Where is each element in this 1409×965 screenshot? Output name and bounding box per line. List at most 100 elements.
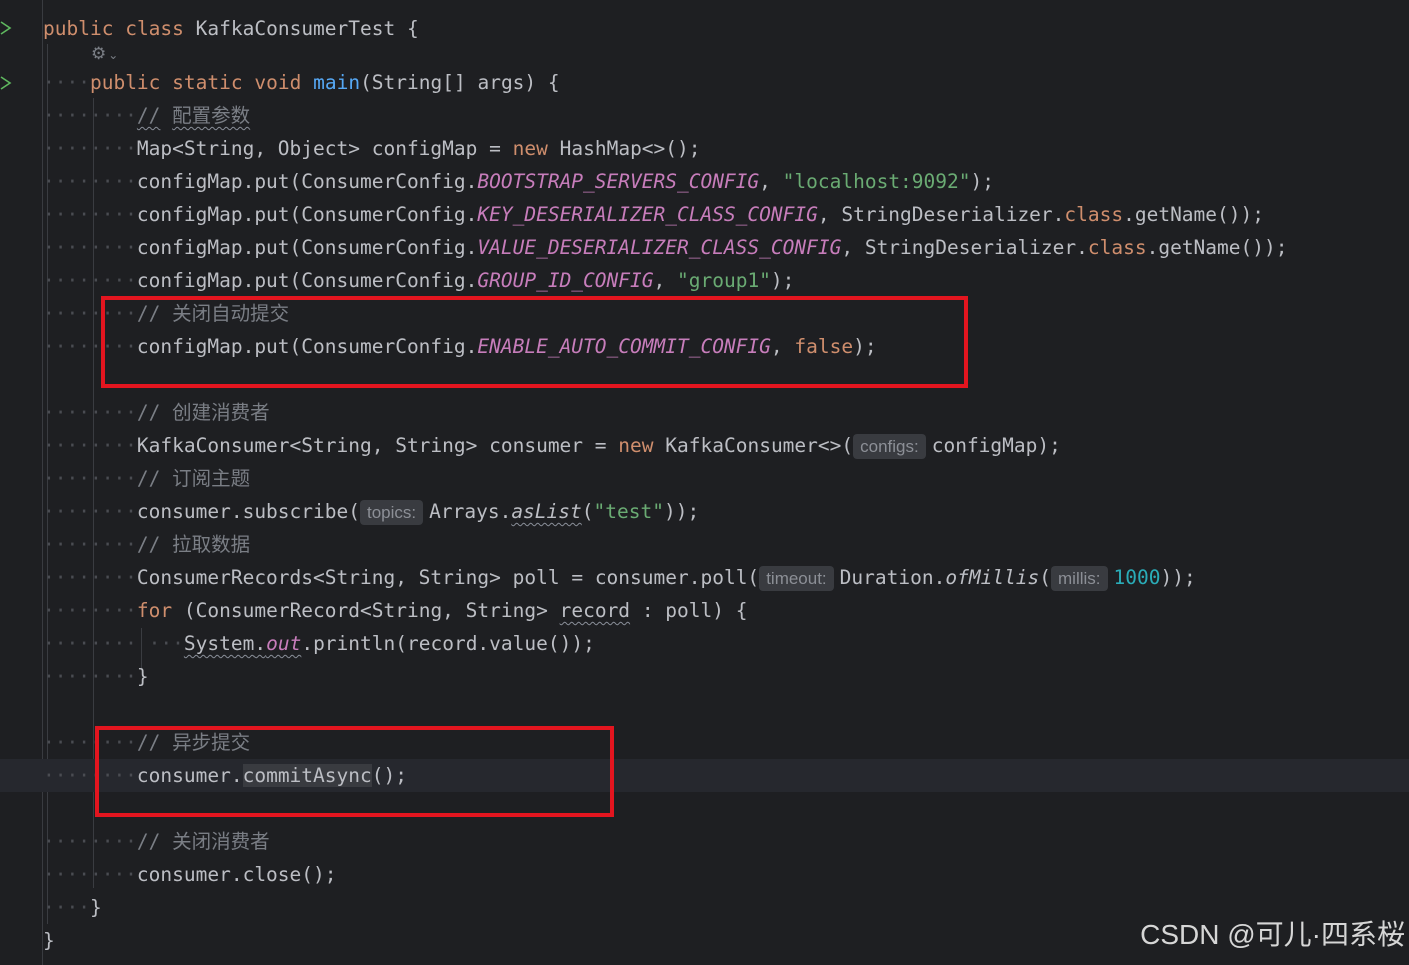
brace: } <box>136 665 149 688</box>
keyword: for <box>136 599 173 622</box>
run-class-icon[interactable] <box>0 20 14 35</box>
brace: { <box>547 71 560 94</box>
code-text: ); <box>970 170 994 193</box>
parameter-hint: millis: <box>1051 566 1108 591</box>
code-line[interactable]: ········ConsumerRecords<String, String> … <box>43 561 1409 594</box>
code-line[interactable]: ········configMap.put(ConsumerConfig.GRO… <box>43 264 1409 297</box>
code-text: configMap.put(ConsumerConfig. <box>136 170 478 193</box>
code-text: : poll) { <box>641 599 748 622</box>
comment-slash: // <box>136 401 161 424</box>
code-text: configMap); <box>931 434 1061 457</box>
code-text: Map<String, Object> configMap <box>136 137 478 160</box>
gear-icon[interactable]: ⚙ ⌄ <box>91 44 118 64</box>
code-text: , StringDeserializer. <box>841 236 1088 259</box>
method-call: ofMillis <box>945 566 1040 589</box>
code-line[interactable]: ········for (ConsumerRecord<String, Stri… <box>43 594 1409 627</box>
code-text: consumer.subscribe( <box>136 500 360 523</box>
code-text: HashMap<>(); <box>559 137 701 160</box>
comment: 关闭消费者 <box>172 830 270 853</box>
code-text: .getName()); <box>1146 236 1288 259</box>
code-text: (ConsumerRecord<String, String> <box>183 599 548 622</box>
params: (String[] args) <box>360 71 537 94</box>
code-text: )); <box>663 500 700 523</box>
highlight-box-commit-async <box>95 726 614 817</box>
watermark: CSDN @可儿·四系桜 <box>1140 919 1405 950</box>
parameter-hint: topics: <box>359 500 424 525</box>
string-literal: "localhost:9092" <box>782 170 971 193</box>
code-line[interactable]: ········// 订阅主题 <box>43 462 1409 495</box>
code-line[interactable]: ········ ···System.out.println(record.va… <box>43 627 1409 660</box>
code-text: ConsumerRecords<String, String> poll <box>136 566 560 589</box>
keyword: public <box>89 71 161 94</box>
chevron-down-icon: ⌄ <box>108 48 119 62</box>
code-text: KafkaConsumer<>( <box>665 434 854 457</box>
code-text: Arrays. <box>429 500 512 523</box>
constant: BOOTSTRAP_SERVERS_CONFIG <box>477 170 760 193</box>
code-text: )); <box>1160 566 1196 589</box>
code-line[interactable]: ········configMap.put(ConsumerConfig.KEY… <box>43 198 1409 231</box>
number-literal: 1000 <box>1113 566 1161 589</box>
code-editor[interactable]: public class KafkaConsumerTest { ⚙ ⌄ ····… <box>0 0 1409 965</box>
keyword: void <box>254 71 302 94</box>
brace: } <box>43 929 55 952</box>
class-name: System <box>183 632 255 655</box>
run-main-icon[interactable] <box>0 75 14 90</box>
code-line[interactable]: ········} <box>43 660 1409 693</box>
comment: 拉取数据 <box>172 533 251 556</box>
code-text: .println(record.value()); <box>301 632 595 655</box>
comment: 创建消费者 <box>172 401 270 424</box>
code-text: KafkaConsumer<String, String> consumer <box>136 434 584 457</box>
brace: } <box>89 896 102 919</box>
keyword: class <box>125 17 184 40</box>
code-line[interactable]: ········Map<String, Object> configMap = … <box>43 132 1409 165</box>
static-field: out <box>266 632 302 655</box>
code-text: .getName()); <box>1123 203 1264 226</box>
constant: KEY_DESERIALIZER_CLASS_CONFIG <box>477 203 818 226</box>
keyword: public <box>43 17 114 40</box>
code-text: consumer.poll( <box>594 566 760 589</box>
parameter-hint: configs: <box>853 434 926 459</box>
code-line[interactable]: ········consumer.subscribe(topics: Arrays… <box>43 495 1409 528</box>
code-line[interactable]: ········// 创建消费者 <box>43 396 1409 429</box>
string-literal: "test" <box>593 500 664 523</box>
code-text: , StringDeserializer. <box>817 203 1065 226</box>
code-text: consumer.close(); <box>136 863 337 886</box>
code-line[interactable]: ········KafkaConsumer<String, String> co… <box>43 429 1409 462</box>
operator: = <box>594 434 607 457</box>
operator: = <box>571 566 584 589</box>
code-line[interactable]: ········// 拉取数据 <box>43 528 1409 561</box>
code-text: configMap.put(ConsumerConfig. <box>136 236 478 259</box>
code-text: , <box>653 269 666 292</box>
code-line[interactable]: ········// 配置参数 <box>43 99 1409 132</box>
code-line[interactable]: public class KafkaConsumerTest { <box>43 12 1409 45</box>
parameter-hint: timeout: <box>759 566 834 591</box>
constant: GROUP_ID_CONFIG <box>477 269 654 292</box>
code-text: ); <box>770 269 795 292</box>
code-line[interactable]: ········// 关闭消费者 <box>43 825 1409 858</box>
keyword: class <box>1064 203 1124 226</box>
code-text: Duration. <box>839 566 946 589</box>
keyword: new <box>618 434 654 457</box>
code-text: . <box>254 632 267 655</box>
brace: { <box>407 17 419 40</box>
code-line[interactable]: ····public static void main(String[] arg… <box>43 66 1409 99</box>
method-name: main <box>313 71 361 94</box>
keyword: static <box>172 71 243 94</box>
code-line[interactable]: ········configMap.put(ConsumerConfig.VAL… <box>43 231 1409 264</box>
method-call: asList <box>511 500 582 523</box>
code-line[interactable]: ········consumer.close(); <box>43 858 1409 891</box>
variable: record <box>559 599 631 622</box>
keyword: class <box>1087 236 1147 259</box>
comment-slash: // <box>136 533 161 556</box>
editor-gutter <box>0 0 43 965</box>
constant: VALUE_DESERIALIZER_CLASS_CONFIG <box>477 236 842 259</box>
code-text: , <box>759 170 771 193</box>
code-line[interactable]: ········configMap.put(ConsumerConfig.BOO… <box>43 165 1409 198</box>
operator: = <box>489 137 501 160</box>
comment: 配置参数 <box>172 104 251 127</box>
class-name: KafkaConsumerTest <box>195 17 396 40</box>
code-text: configMap.put(ConsumerConfig. <box>136 203 478 226</box>
string-literal: "group1" <box>677 269 771 292</box>
code-text: ( <box>1039 566 1052 589</box>
comment-slash: // <box>136 467 161 490</box>
